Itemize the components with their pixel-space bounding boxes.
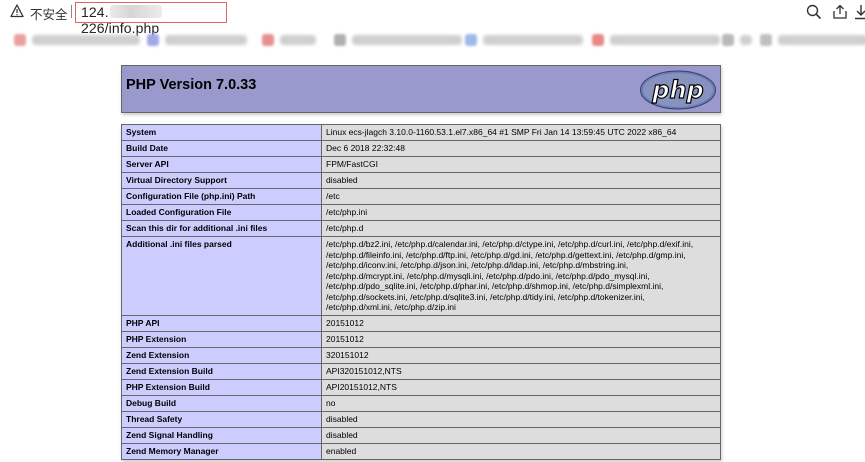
info-row: Loaded Configuration File/etc/php.ini	[121, 204, 721, 221]
info-row: Server API FPM/FastCGI	[121, 156, 721, 173]
phpinfo-table: System Linux ecs-jlagch 3.10.0-1160.53.1.…	[121, 124, 721, 460]
info-row: Virtual Directory Support disabled	[121, 172, 721, 189]
bookmark-label	[610, 35, 720, 45]
info-value: Dec 6 2018 22:32:48	[321, 140, 721, 157]
info-value: /etc/php.ini	[321, 204, 721, 221]
bookmark-item[interactable]	[722, 33, 752, 47]
info-key: Zend Extension Build	[121, 362, 322, 380]
php-version-title: PHP Version 7.0.33	[126, 77, 257, 93]
bookmark-label	[165, 35, 247, 45]
bookmark-label	[740, 35, 752, 45]
info-row: Build Date Dec 6 2018 22:32:48	[121, 140, 721, 157]
bookmark-icon	[334, 34, 346, 46]
php-logo[interactable]: php	[639, 70, 717, 110]
info-row: Debug Build no	[121, 394, 721, 412]
bookmark-item[interactable]	[334, 33, 462, 47]
bookmark-icon	[760, 34, 772, 46]
url-prefix: 124.	[81, 4, 109, 20]
info-key: System	[121, 124, 322, 141]
url-field[interactable]: 124.226/info.php	[75, 2, 227, 36]
info-row: System Linux ecs-jlagch 3.10.0-1160.53.1.…	[121, 124, 721, 141]
bookmark-item[interactable]	[760, 33, 865, 47]
info-row: Zend Extension 320151012	[121, 346, 721, 364]
info-value: 20151012	[321, 330, 721, 348]
info-key: Server API	[121, 156, 322, 173]
info-value: 320151012	[321, 346, 721, 364]
bookmark-icon	[147, 34, 159, 46]
info-row: Thread Safety disabled	[121, 410, 721, 428]
info-key: Zend Extension	[121, 346, 322, 364]
insecure-label[interactable]: 不安全	[30, 4, 68, 23]
info-key: PHP Extension Build	[121, 378, 322, 396]
info-value: disabled	[321, 410, 721, 428]
info-key: PHP Extension	[121, 330, 322, 348]
php-logo-text: php	[651, 76, 703, 104]
info-value: 20151012	[321, 314, 721, 332]
info-value: disabled	[321, 426, 721, 444]
info-row: Zend Extension Build API320151012,NTS	[121, 362, 721, 380]
info-key: Scan this dir for additional .ini files	[121, 220, 322, 237]
info-value: enabled	[321, 442, 721, 460]
address-bar: 不安全 124.226/info.php	[0, 0, 865, 36]
bookmark-item[interactable]	[14, 33, 140, 47]
info-key: Zend Memory Manager	[121, 442, 322, 460]
bookmark-item[interactable]	[262, 33, 316, 47]
bookmark-label	[280, 35, 316, 45]
info-key: Thread Safety	[121, 410, 322, 428]
bookmark-icon	[592, 34, 604, 46]
bookmark-item[interactable]	[465, 33, 583, 47]
share-icon[interactable]	[831, 3, 849, 21]
info-row: PHP Extension Build API20151012,NTS	[121, 378, 721, 396]
php-version-header: PHP Version 7.0.33 php	[121, 65, 721, 113]
info-value: /etc/php.d	[321, 220, 721, 237]
info-value: FPM/FastCGI	[321, 156, 721, 173]
info-key: Zend Signal Handling	[121, 426, 322, 444]
info-row: Scan this dir for additional .ini files /…	[121, 220, 721, 237]
bookmark-item[interactable]	[147, 33, 247, 47]
info-value: no	[321, 394, 721, 412]
info-key: Virtual Directory Support	[121, 172, 322, 189]
info-row: Zend Signal Handling disabled	[121, 426, 721, 444]
info-value: API320151012,NTS	[321, 362, 721, 380]
info-key: Additional .ini files parsed	[121, 236, 322, 316]
bookmark-label	[352, 35, 462, 45]
info-key: Loaded Configuration File	[121, 204, 322, 221]
bookmark-label	[32, 35, 140, 45]
info-row: Zend Memory Manager enabled	[121, 442, 721, 460]
bookmark-label	[483, 35, 583, 45]
info-key: Build Date	[121, 140, 322, 157]
info-key: Configuration File (php.ini) Path	[121, 188, 322, 205]
info-value: Linux ecs-jlagch 3.10.0-1160.53.1.el7.x8…	[321, 124, 721, 141]
info-row: Additional .ini files parsed/etc/php.d/b…	[121, 236, 721, 316]
bookmark-label	[778, 35, 865, 45]
bookmark-item[interactable]	[592, 33, 720, 47]
info-value: /etc	[321, 188, 721, 205]
warning-icon[interactable]	[10, 4, 24, 18]
address-separator	[71, 5, 72, 18]
download-icon[interactable]	[852, 3, 865, 21]
bookmark-icon	[465, 34, 477, 46]
phpinfo-container: PHP Version 7.0.33 php System Linux ecs-j…	[121, 65, 721, 460]
info-value: API20151012,NTS	[321, 378, 721, 396]
info-value: /etc/php.d/bz2.ini, /etc/php.d/calendar.…	[321, 236, 721, 316]
info-key: Debug Build	[121, 394, 322, 412]
bookmark-icon	[14, 34, 26, 46]
info-value: disabled	[321, 172, 721, 189]
bookmark-icon	[262, 34, 274, 46]
url-redacted	[109, 5, 162, 18]
info-row: PHP Extension 20151012	[121, 330, 721, 348]
bookmark-icon	[722, 34, 734, 46]
zoom-icon[interactable]	[805, 3, 823, 21]
info-key: PHP API	[121, 314, 322, 332]
info-row: Configuration File (php.ini) Path/etc	[121, 188, 721, 205]
info-row: PHP API 20151012	[121, 314, 721, 332]
bookmarks-bar	[0, 30, 865, 50]
